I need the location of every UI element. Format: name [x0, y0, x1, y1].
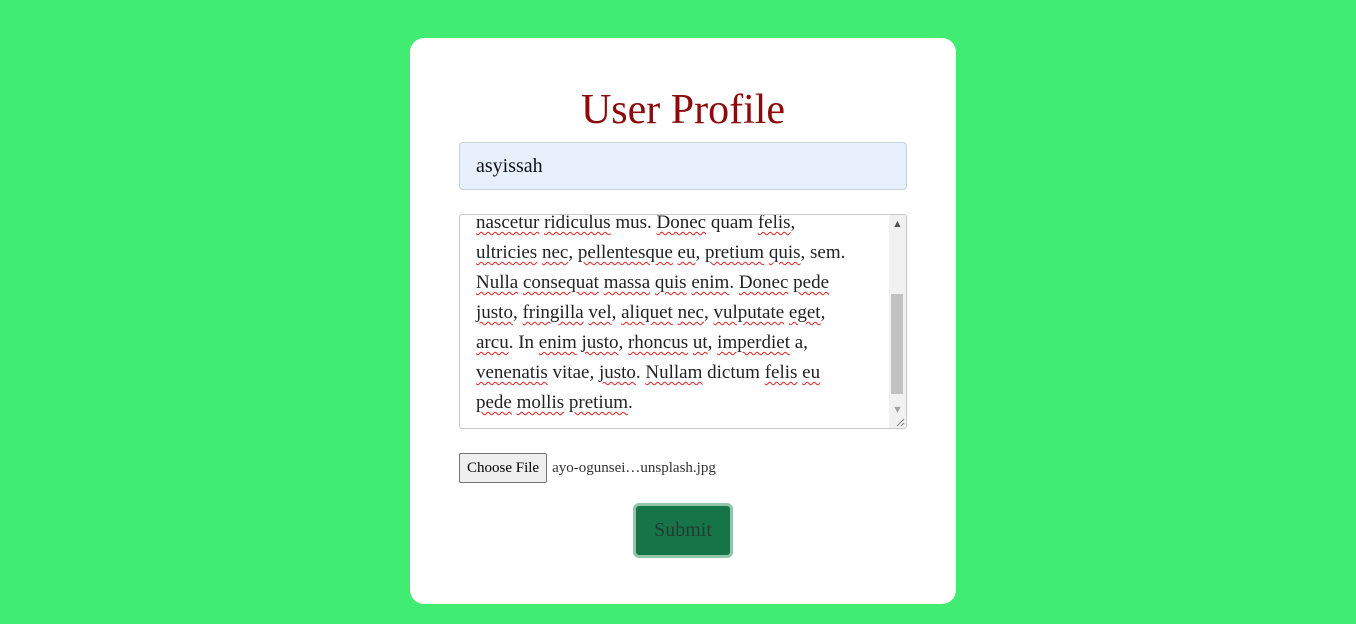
misspelled-word: quis: [654, 272, 687, 293]
bio-text-segment: ,: [820, 302, 826, 323]
misspelled-word: enim: [538, 332, 577, 353]
misspelled-word: justo: [476, 302, 513, 323]
misspelled-word: Donec: [738, 272, 789, 293]
misspelled-word: arcu: [476, 332, 509, 353]
bio-text-segment: mus.: [610, 214, 657, 233]
misspelled-word: consequat: [522, 272, 599, 293]
misspelled-word: eget: [788, 302, 821, 323]
misspelled-word: ultricies: [476, 242, 538, 263]
bio-text-segment: ,: [790, 214, 796, 233]
choose-file-button[interactable]: Choose File: [459, 453, 548, 483]
misspelled-word: imperdiet: [717, 332, 790, 353]
bio-text-segment: .: [635, 362, 646, 383]
bio-text-segment: vitae,: [547, 362, 599, 383]
misspelled-word: nec: [677, 302, 704, 323]
misspelled-word: pede: [793, 272, 830, 293]
misspelled-word: rhoncus: [627, 332, 689, 353]
bio-line: venenatis vitae, justo. Nullam dictum fe…: [476, 358, 881, 388]
misspelled-word: nascetur: [476, 214, 540, 233]
selected-file-name: ayo-ogunsei…unsplash.jpg: [552, 459, 716, 476]
misspelled-word: fringilla: [522, 302, 584, 323]
bio-text-segment: ,: [611, 302, 622, 323]
scroll-up-icon[interactable]: ▲: [889, 215, 906, 232]
bio-text-segment: quam: [706, 214, 758, 233]
resize-grip-icon[interactable]: [895, 417, 905, 427]
profile-card: User Profile nascetur ridiculus mus. Don…: [410, 38, 956, 604]
misspelled-word: Donec: [656, 214, 707, 233]
misspelled-word: Nulla: [476, 272, 519, 293]
misspelled-word: nec: [541, 242, 569, 263]
bio-scrollbar[interactable]: ▲ ▼: [889, 215, 906, 428]
misspelled-word: felis: [764, 362, 798, 383]
scroll-thumb[interactable]: [891, 294, 903, 394]
file-picker: Choose File ayo-ogunsei…unsplash.jpg: [459, 453, 716, 483]
bio-line: justo, fringilla vel, aliquet nec, vulpu…: [476, 298, 881, 328]
bio-line: ultricies nec, pellentesque eu, pretium …: [476, 238, 881, 268]
misspelled-word: quis: [768, 242, 801, 263]
misspelled-word: felis: [757, 214, 791, 233]
misspelled-word: pretium: [568, 392, 628, 413]
misspelled-word: vel: [588, 302, 612, 323]
bio-text-segment: ,: [707, 332, 718, 353]
misspelled-word: justo: [598, 362, 636, 383]
misspelled-word: pellentesque: [577, 242, 673, 263]
bio-textarea[interactable]: nascetur ridiculus mus. Donec quam felis…: [459, 214, 907, 429]
misspelled-word: eu: [802, 362, 821, 383]
bio-line: Nulla consequat massa quis enim. Donec p…: [476, 268, 881, 298]
bio-text-segment: dictum: [702, 362, 765, 383]
submit-button[interactable]: Submit: [633, 503, 733, 558]
misspelled-word: Nullam: [645, 362, 703, 383]
misspelled-word: massa: [603, 272, 651, 293]
bio-line: nascetur ridiculus mus. Donec quam felis…: [476, 214, 881, 238]
bio-text-segment: .: [729, 272, 739, 293]
bio-text-segment: a,: [789, 332, 808, 353]
page-title: User Profile: [580, 87, 786, 133]
misspelled-word: ut: [692, 332, 708, 353]
misspelled-word: ridiculus: [544, 214, 611, 233]
misspelled-word: pede: [476, 392, 512, 413]
username-input[interactable]: [459, 142, 907, 190]
bio-text-segment: . In: [508, 332, 539, 353]
misspelled-word: eu: [677, 242, 696, 263]
scroll-down-icon[interactable]: ▼: [889, 401, 906, 418]
misspelled-word: aliquet: [621, 302, 673, 323]
bio-text-segment: .: [628, 392, 633, 413]
bio-line: pede mollis pretium.: [476, 388, 881, 418]
bio-text-segment: ,: [618, 332, 628, 353]
bio-line: arcu. In enim justo, rhoncus ut, imperdi…: [476, 328, 881, 358]
misspelled-word: justo: [581, 332, 619, 353]
bio-text-segment: ,: [568, 242, 578, 263]
bio-text: nascetur ridiculus mus. Donec quam felis…: [476, 214, 881, 418]
bio-text-segment: ,: [695, 242, 705, 263]
misspelled-word: vulputate: [713, 302, 785, 323]
misspelled-word: venenatis: [476, 362, 548, 383]
misspelled-word: enim: [691, 272, 730, 293]
misspelled-word: mollis: [516, 392, 565, 413]
bio-text-segment: , sem.: [800, 242, 846, 263]
misspelled-word: pretium: [704, 242, 765, 263]
